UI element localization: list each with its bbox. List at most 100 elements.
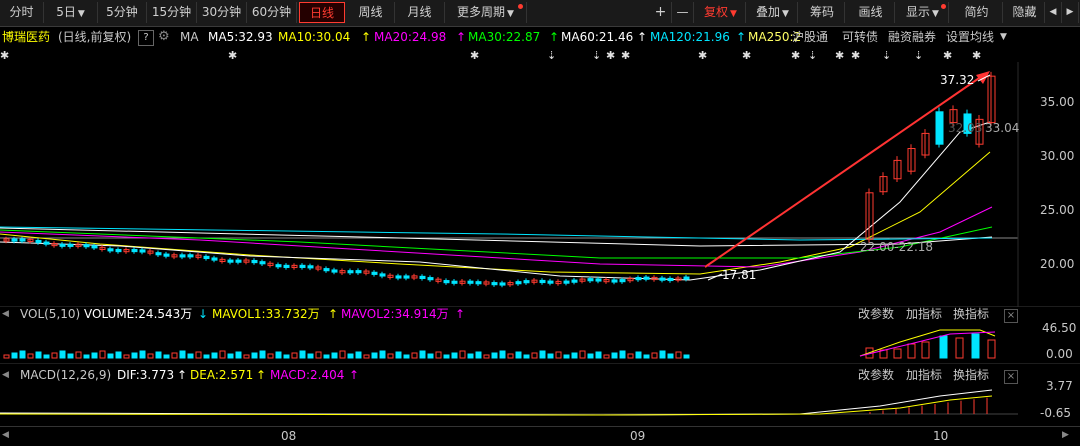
event-star-icon[interactable]: ✱	[228, 49, 237, 62]
macd-change-params-button[interactable]: 改参数	[858, 366, 894, 384]
candle-body	[19, 238, 26, 242]
vol-add-indicator-button[interactable]: 加指标	[906, 305, 942, 323]
caret-down-icon: ▼	[932, 9, 939, 19]
fuquan-button[interactable]: 复权 ▼	[696, 2, 746, 23]
volume-bar	[667, 353, 674, 359]
volume-bar	[131, 352, 138, 359]
ma5-value: MA5:32.93	[208, 30, 273, 44]
volume-bar	[99, 350, 106, 359]
tab-5min[interactable]: 5分钟	[98, 2, 147, 23]
chips-button[interactable]: 筹码	[800, 2, 845, 23]
simple-mode-button[interactable]: 简约	[951, 2, 1003, 23]
set-ma-link[interactable]: 设置均线	[946, 27, 994, 47]
tab-monthly[interactable]: 月线	[395, 2, 445, 23]
volume-bar	[579, 350, 586, 359]
volume-chart[interactable]	[0, 322, 1080, 364]
macd-label[interactable]: MACD(12,26,9)	[20, 366, 111, 384]
caret-down-icon[interactable]: ▼	[1000, 27, 1007, 47]
event-down-arrow-icon[interactable]: ⇣	[808, 49, 817, 62]
nav-left-icon[interactable]: ◀	[1045, 2, 1062, 23]
event-star-icon[interactable]: ✱	[621, 49, 630, 62]
volume-bar	[563, 354, 570, 359]
close-icon[interactable]: ×	[1004, 370, 1018, 384]
candle-body	[35, 239, 42, 244]
hide-button[interactable]: 隐藏	[1005, 2, 1045, 23]
volume-bar	[179, 350, 186, 359]
scroll-left-icon[interactable]: ◀	[2, 430, 9, 440]
event-star-icon[interactable]: ✱	[606, 49, 615, 62]
event-star-icon[interactable]: ✱	[943, 49, 952, 62]
convertible-bond-link[interactable]: 可转债	[842, 27, 878, 47]
macd-switch-indicator-button[interactable]: 换指标	[953, 366, 989, 384]
price-tick-label: 35.00	[1040, 95, 1075, 109]
close-icon[interactable]: ×	[1004, 309, 1018, 323]
collapse-arrow-icon[interactable]: ◀	[2, 305, 9, 323]
tab-30min[interactable]: 30分钟	[197, 2, 247, 23]
up-arrow-icon: ↑	[256, 368, 267, 382]
volume-bar	[955, 337, 964, 359]
draw-line-button[interactable]: 画线	[847, 2, 895, 23]
volume-bar	[971, 333, 980, 359]
macd-add-indicator-button[interactable]: 加指标	[906, 366, 942, 384]
ma10-arrow-up-icon: ↑	[361, 30, 372, 44]
candle-body	[475, 281, 482, 285]
tab-fenshi[interactable]: 分时	[0, 2, 44, 23]
volume-bar	[339, 350, 346, 359]
date-axis: ◀ 08 09 10 ▶	[0, 426, 1080, 446]
volume-bar	[419, 350, 426, 359]
volume-bar	[411, 352, 418, 359]
macd-chart[interactable]	[0, 384, 1080, 426]
event-star-icon[interactable]: ✱	[698, 49, 707, 62]
price-tick-label: 25.00	[1040, 203, 1075, 217]
zoom-out-button[interactable]: —	[672, 2, 694, 23]
candle-body	[643, 276, 650, 280]
last-price-label: 33.04	[985, 121, 1020, 135]
indicator-info-bar: 博瑞医药 (日线,前复权) ? ⚙ MA MA5:32.93 MA10:30.0…	[0, 27, 1080, 47]
overlay-button[interactable]: 叠加 ▼	[748, 2, 798, 23]
tab-more-periods[interactable]: 更多周期 ▼	[445, 2, 527, 23]
ma30-arrow-up-icon: ↑	[549, 30, 560, 44]
event-star-icon[interactable]: ✱	[791, 49, 800, 62]
volume-bar	[251, 352, 258, 359]
vol-volume: VOLUME:24.543万	[84, 307, 193, 321]
scroll-right-icon[interactable]: ▶	[1062, 430, 1069, 440]
dif-line	[0, 389, 993, 416]
tab-daily[interactable]: 日线	[299, 2, 345, 23]
settings-gear-icon[interactable]: ⚙	[158, 27, 170, 47]
vol-switch-indicator-button[interactable]: 换指标	[953, 305, 989, 323]
event-down-arrow-icon[interactable]: ⇣	[547, 49, 556, 62]
tab-5day-label: 5日	[56, 5, 76, 19]
event-star-icon[interactable]: ✱	[835, 49, 844, 62]
macd-dea: DEA:2.571	[190, 368, 254, 382]
vol-change-params-button[interactable]: 改参数	[858, 305, 894, 323]
candle-body	[595, 278, 602, 282]
event-star-icon[interactable]: ✱	[851, 49, 860, 62]
vol-label[interactable]: VOL(5,10)	[20, 305, 80, 323]
event-star-icon[interactable]: ✱	[972, 49, 981, 62]
volume-bar	[115, 351, 122, 359]
help-icon[interactable]: ?	[138, 30, 154, 46]
volume-bar	[275, 351, 282, 359]
candle-body	[403, 275, 410, 279]
tab-weekly[interactable]: 周线	[347, 2, 395, 23]
event-star-icon[interactable]: ✱	[742, 49, 751, 62]
tab-60min[interactable]: 60分钟	[247, 2, 297, 23]
zoom-in-button[interactable]: +	[650, 2, 672, 23]
candle-body	[499, 282, 506, 286]
margin-trading-link[interactable]: 融资融券	[888, 27, 936, 47]
kline-chart[interactable]	[0, 62, 1080, 307]
candle-body	[43, 241, 50, 245]
nav-right-icon[interactable]: ▶	[1062, 2, 1079, 23]
candle-body	[515, 281, 522, 285]
tab-5day[interactable]: 5日 ▼	[44, 2, 98, 23]
event-down-arrow-icon[interactable]: ⇣	[882, 49, 891, 62]
event-down-arrow-icon[interactable]: ⇣	[914, 49, 923, 62]
event-star-icon[interactable]: ✱	[470, 49, 479, 62]
hugutong-link[interactable]: 沪股通	[792, 27, 828, 47]
volume-bar	[75, 351, 82, 359]
tab-15min[interactable]: 15分钟	[147, 2, 197, 23]
collapse-arrow-icon[interactable]: ◀	[2, 366, 9, 384]
candle-body	[571, 279, 578, 283]
event-star-icon[interactable]: ✱	[0, 49, 9, 62]
event-down-arrow-icon[interactable]: ⇣	[592, 49, 601, 62]
